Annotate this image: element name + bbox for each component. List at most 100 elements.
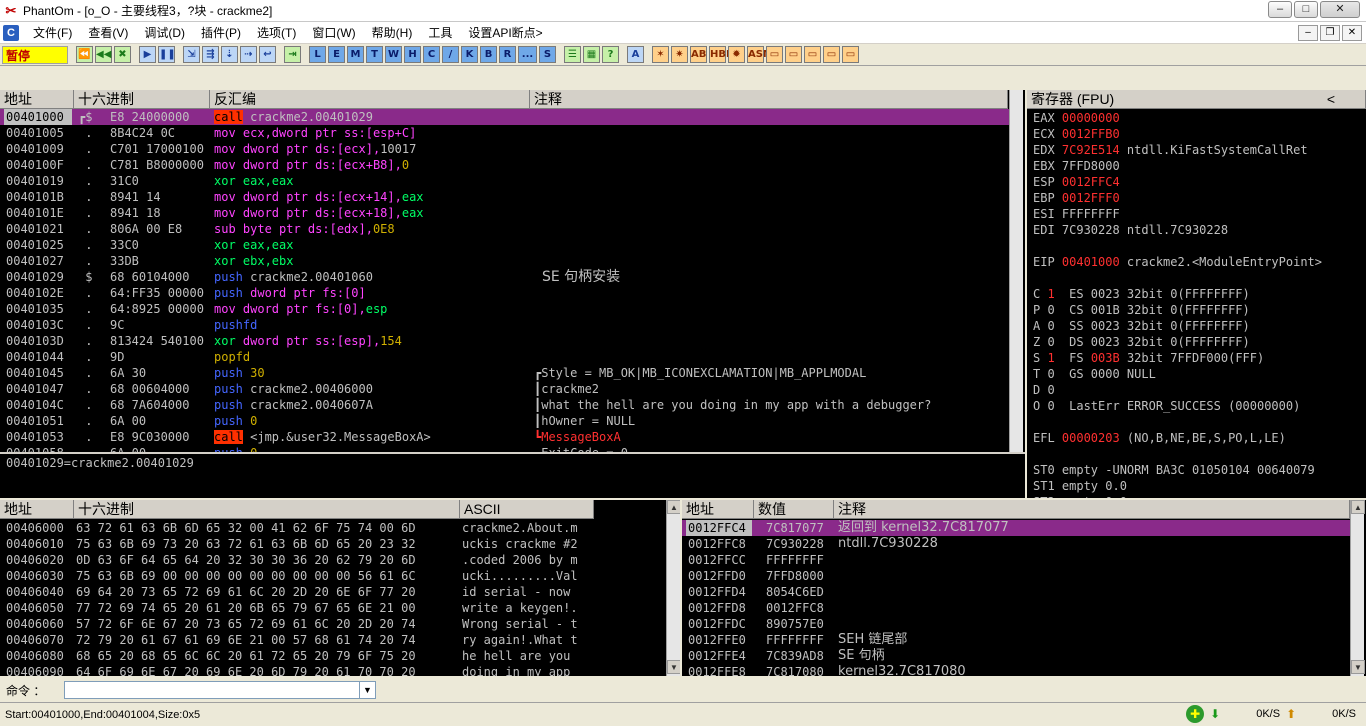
register-row[interactable]: EBX 7FFD8000 bbox=[1033, 158, 1120, 174]
dump-header-hex[interactable]: 十六进制 bbox=[74, 500, 460, 519]
dump-scrollbar[interactable]: ▲ ▼ bbox=[666, 500, 680, 676]
register-row[interactable]: O 0 LastErr ERROR_SUCCESS (00000000) bbox=[1033, 398, 1300, 414]
disassembly-row[interactable]: 0040101E . 8941 18 mov dword ptr ds:[ecx+1… bbox=[0, 205, 1009, 221]
disassembly-row[interactable]: 0040104C . 68 7A604000 push crackme2.00406… bbox=[0, 397, 1009, 413]
dump-row[interactable]: 00406090 64 6F 69 6E 67 20 69 6E 20 6D 79… bbox=[0, 664, 666, 676]
register-row[interactable]: P 0 CS 001B 32bit 0(FFFFFFFF) bbox=[1033, 302, 1250, 318]
window-m-button[interactable]: M bbox=[347, 46, 364, 63]
mdi-restore-button[interactable]: ❐ bbox=[1320, 25, 1340, 41]
menu-plugins[interactable]: 插件(P) bbox=[193, 22, 249, 44]
collapse-icon[interactable]: < bbox=[1327, 90, 1335, 109]
disassembly-row[interactable]: 0040100F . C781 B8000000 mov dword ptr ds:… bbox=[0, 157, 1009, 173]
register-row[interactable]: Z 0 DS 0023 32bit 0(FFFFFFFF) bbox=[1033, 334, 1250, 350]
menu-set-api-breakpoint[interactable]: 设置API断点> bbox=[460, 22, 550, 44]
disassembly-row[interactable]: 00401021 . 806A 00 E8 sub byte ptr ds:[edx… bbox=[0, 221, 1009, 237]
dump-header-address[interactable]: 地址 bbox=[0, 500, 74, 519]
stack-header-address[interactable]: 地址 bbox=[682, 500, 754, 519]
run-icon[interactable]: ▶ bbox=[139, 46, 156, 63]
stack-header-value[interactable]: 数值 bbox=[754, 500, 834, 519]
disassembly-row[interactable]: 00401035 . 64:8925 00000 mov dword ptr fs:… bbox=[0, 301, 1009, 317]
stack-row[interactable]: 0012FFE8 7C817080 kernel32.7C817080 bbox=[682, 664, 1350, 676]
menu-options[interactable]: 选项(T) bbox=[249, 22, 304, 44]
menu-debug[interactable]: 调试(D) bbox=[136, 22, 193, 44]
dump-row[interactable]: 00406070 72 79 20 61 67 61 69 6E 21 00 57… bbox=[0, 632, 666, 648]
stack-row[interactable]: 0012FFDC 890757E0 bbox=[682, 616, 1350, 632]
disassembly-row[interactable]: 00401029 $68 60104000 push crackme2.00401… bbox=[0, 269, 1009, 285]
pause-icon[interactable]: ❚❚ bbox=[158, 46, 176, 63]
stack-row[interactable]: 0012FFCC FFFFFFFF bbox=[682, 552, 1350, 568]
dump-row[interactable]: 00406000 63 72 61 63 6B 6D 65 32 00 41 62… bbox=[0, 520, 666, 536]
registers-header[interactable]: 寄存器 (FPU) < bbox=[1027, 90, 1366, 109]
step-over-icon[interactable]: ⇶ bbox=[202, 46, 219, 63]
disassembly-row[interactable]: 0040103D . 813424 540100 xor dword ptr ss:… bbox=[0, 333, 1009, 349]
dump-row[interactable]: 00406020 0D 63 6F 64 65 64 20 32 30 30 36… bbox=[0, 552, 666, 568]
close-button[interactable]: ✕ bbox=[1320, 1, 1360, 18]
stack-row[interactable]: 0012FFE0 FFFFFFFF SEH 链尾部 bbox=[682, 632, 1350, 648]
window-e-button[interactable]: E bbox=[328, 46, 345, 63]
menu-window[interactable]: 窗口(W) bbox=[304, 22, 363, 44]
window-5-icon[interactable]: ▭ bbox=[842, 46, 859, 63]
disassembly-scrollbar[interactable] bbox=[1009, 90, 1023, 452]
ab-icon[interactable]: AB bbox=[690, 46, 707, 63]
disassembly-row[interactable]: 00401047 . 68 00604000 push crackme2.00406… bbox=[0, 381, 1009, 397]
command-input[interactable] bbox=[64, 681, 360, 699]
menu-help[interactable]: 帮助(H) bbox=[364, 22, 421, 44]
disassembly-row[interactable]: 00401009 . C701 17000100 mov dword ptr ds:… bbox=[0, 141, 1009, 157]
window-s-button[interactable]: S bbox=[539, 46, 556, 63]
window-1-icon[interactable]: ▭ bbox=[766, 46, 783, 63]
register-row[interactable]: EBP 0012FFF0 bbox=[1033, 190, 1120, 206]
asm-icon[interactable]: ASM bbox=[747, 46, 773, 63]
menu-file[interactable]: 文件(F) bbox=[25, 22, 80, 44]
stack-row[interactable]: 0012FFD4 8054C6ED bbox=[682, 584, 1350, 600]
stack-row[interactable]: 0012FFC4 7C817077 返回到 kernel32.7C817077 bbox=[682, 520, 1350, 536]
stack-row[interactable]: 0012FFD8 0012FFC8 bbox=[682, 600, 1350, 616]
stack-row[interactable]: 0012FFD0 7FFD8000 bbox=[682, 568, 1350, 584]
chevron-down-icon[interactable]: ▼ bbox=[360, 681, 376, 699]
register-row[interactable]: EIP 00401000 crackme2.<ModuleEntryPoint> bbox=[1033, 254, 1322, 270]
register-row[interactable]: ST1 empty 0.0 bbox=[1033, 478, 1127, 494]
disassembly-row[interactable]: 00401019 . 31C0 xor eax,eax bbox=[0, 173, 1009, 189]
hbp-icon[interactable]: HBP bbox=[709, 46, 733, 63]
plugin-3-icon[interactable]: ✹ bbox=[728, 46, 745, 63]
disassembly-row[interactable]: 00401053 . E8 9C030000 call <jmp.&user32.M… bbox=[0, 429, 1009, 445]
disassembly-row[interactable]: 00401058 . 6A 00 push 0 ┏ExitCode = 0 bbox=[0, 445, 1009, 452]
scroll-down-icon[interactable]: ▼ bbox=[1351, 660, 1365, 674]
mdi-close-button[interactable]: ✕ bbox=[1342, 25, 1362, 41]
disassembly-row[interactable]: 00401051 . 6A 00 push 0 ┃hOwner = NULL bbox=[0, 413, 1009, 429]
register-row[interactable]: C 1 ES 0023 32bit 0(FFFFFFFF) bbox=[1033, 286, 1250, 302]
register-row[interactable]: A 0 SS 0023 32bit 0(FFFFFFFF) bbox=[1033, 318, 1250, 334]
disassembly-row[interactable]: 00401005 . 8B4C24 0C mov ecx,dword ptr ss:… bbox=[0, 125, 1009, 141]
window-h-button[interactable]: H bbox=[404, 46, 421, 63]
document-icon[interactable]: C bbox=[3, 24, 19, 41]
register-row[interactable]: ST2 empty 0.0 bbox=[1033, 494, 1127, 498]
dump-row[interactable]: 00406030 75 63 6B 69 00 00 00 00 00 00 00… bbox=[0, 568, 666, 584]
close-program-icon[interactable]: ✖ bbox=[114, 46, 131, 63]
stack-header-comment[interactable]: 注释 bbox=[834, 500, 1350, 519]
dump-row[interactable]: 00406050 77 72 69 74 65 20 61 20 6B 65 79… bbox=[0, 600, 666, 616]
disassembly-row[interactable]: 0040103C . 9C pushfd bbox=[0, 317, 1009, 333]
goto-icon[interactable]: ⇥ bbox=[284, 46, 301, 63]
window-2-icon[interactable]: ▭ bbox=[785, 46, 802, 63]
window-l-button[interactable]: L bbox=[309, 46, 326, 63]
restart-icon[interactable]: ◀◀ bbox=[95, 46, 112, 63]
window-c-button[interactable]: C bbox=[423, 46, 440, 63]
register-row[interactable]: ST0 empty -UNORM BA3C 01050104 00640079 bbox=[1033, 462, 1315, 478]
disassembly-row[interactable]: 00401025 . 33C0 xor eax,eax bbox=[0, 237, 1009, 253]
stack-scrollbar[interactable]: ▲ ▼ bbox=[1350, 500, 1365, 676]
open-icon[interactable]: ⏪ bbox=[76, 46, 93, 63]
disassembly-row[interactable]: 0040101B . 8941 14 mov dword ptr ds:[ecx+1… bbox=[0, 189, 1009, 205]
window-more-button[interactable]: ... bbox=[518, 46, 537, 63]
window-k-button[interactable]: K bbox=[461, 46, 478, 63]
disassembly-row[interactable]: 00401000 ┏$ E8 24000000 call crackme2.00401… bbox=[0, 109, 1009, 125]
stack-row[interactable]: 0012FFC8 7C930228 ntdll.7C930228 bbox=[682, 536, 1350, 552]
stack-row[interactable]: 0012FFE4 7C839AD8 SE 句柄 bbox=[682, 648, 1350, 664]
window-4-icon[interactable]: ▭ bbox=[823, 46, 840, 63]
window-3-icon[interactable]: ▭ bbox=[804, 46, 821, 63]
minimize-button[interactable]: – bbox=[1268, 1, 1292, 18]
scroll-up-icon[interactable]: ▲ bbox=[667, 500, 680, 514]
register-row[interactable]: EAX 00000000 bbox=[1033, 110, 1120, 126]
plugin-1-icon[interactable]: ✶ bbox=[652, 46, 669, 63]
register-row[interactable]: ESI FFFFFFFF bbox=[1033, 206, 1120, 222]
list-icon[interactable]: ☰ bbox=[564, 46, 581, 63]
window-b-button[interactable]: B bbox=[480, 46, 497, 63]
